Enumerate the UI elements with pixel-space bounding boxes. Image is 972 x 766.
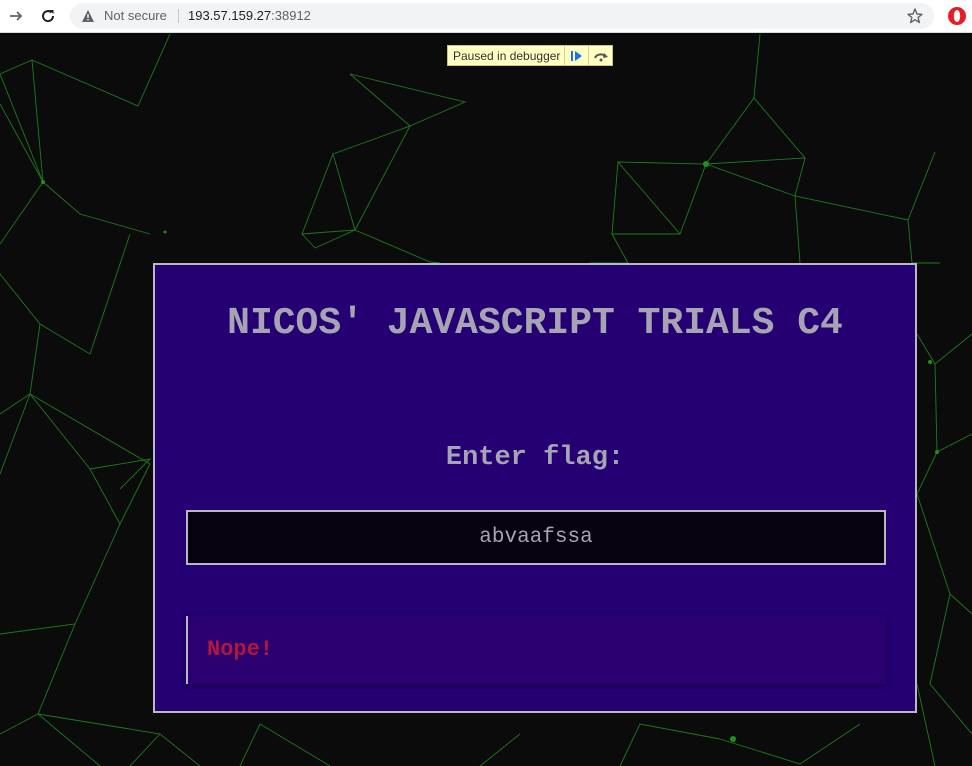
flag-prompt: Enter flag: <box>445 443 625 473</box>
page-content: Paused in debugger NICOS' JAVASCRIPT TRI… <box>0 34 972 766</box>
url-text[interactable]: 193.57.159.27:38912 <box>188 8 311 23</box>
browser-toolbar: Not secure 193.57.159.27:38912 <box>0 0 972 33</box>
url-port: :38912 <box>271 8 311 23</box>
bookmark-star-icon[interactable] <box>906 7 924 25</box>
step-over-icon <box>593 52 608 61</box>
forward-button[interactable] <box>5 5 27 27</box>
challenge-card: NICOS' JAVASCRIPT TRIALS C4 Enter flag: … <box>153 263 917 713</box>
omnibox-divider <box>178 9 179 23</box>
debugger-label: Paused in debugger <box>453 48 561 63</box>
address-bar[interactable]: Not secure 193.57.159.27:38912 <box>70 3 934 29</box>
debugger-banner: Paused in debugger <box>447 45 614 66</box>
reload-button[interactable] <box>37 5 59 27</box>
resume-icon <box>570 50 582 61</box>
reload-icon <box>42 10 55 23</box>
opera-icon[interactable] <box>946 5 968 27</box>
warning-icon <box>82 10 94 22</box>
result-box: Nope! <box>186 616 886 684</box>
security-status[interactable]: Not secure <box>104 8 167 23</box>
arrow-right-icon <box>10 11 23 21</box>
resume-button[interactable] <box>564 46 588 65</box>
page-title: NICOS' JAVASCRIPT TRIALS C4 <box>227 302 843 345</box>
step-over-button[interactable] <box>588 46 612 65</box>
url-host: 193.57.159.27 <box>188 8 272 23</box>
flag-input[interactable] <box>186 510 886 565</box>
result-message: Nope! <box>207 637 274 662</box>
